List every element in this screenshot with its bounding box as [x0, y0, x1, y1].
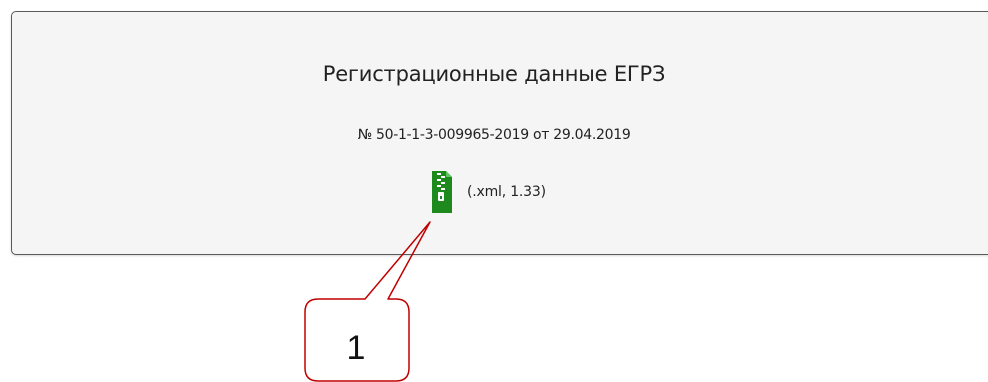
zip-file-icon[interactable] — [431, 170, 453, 214]
card-title: Регистрационные данные ЕГРЗ — [322, 62, 666, 86]
callout-label: 1 — [346, 328, 366, 367]
file-meta: (.xml, 1.33) — [467, 184, 546, 200]
page: Регистрационные данные ЕГРЗ № 50-1-1-3-0… — [0, 0, 988, 382]
download-file-link[interactable]: (.xml, 1.33) — [431, 170, 546, 214]
registration-number: № 50-1-1-3-009965-2019 от 29.04.2019 — [357, 127, 631, 143]
